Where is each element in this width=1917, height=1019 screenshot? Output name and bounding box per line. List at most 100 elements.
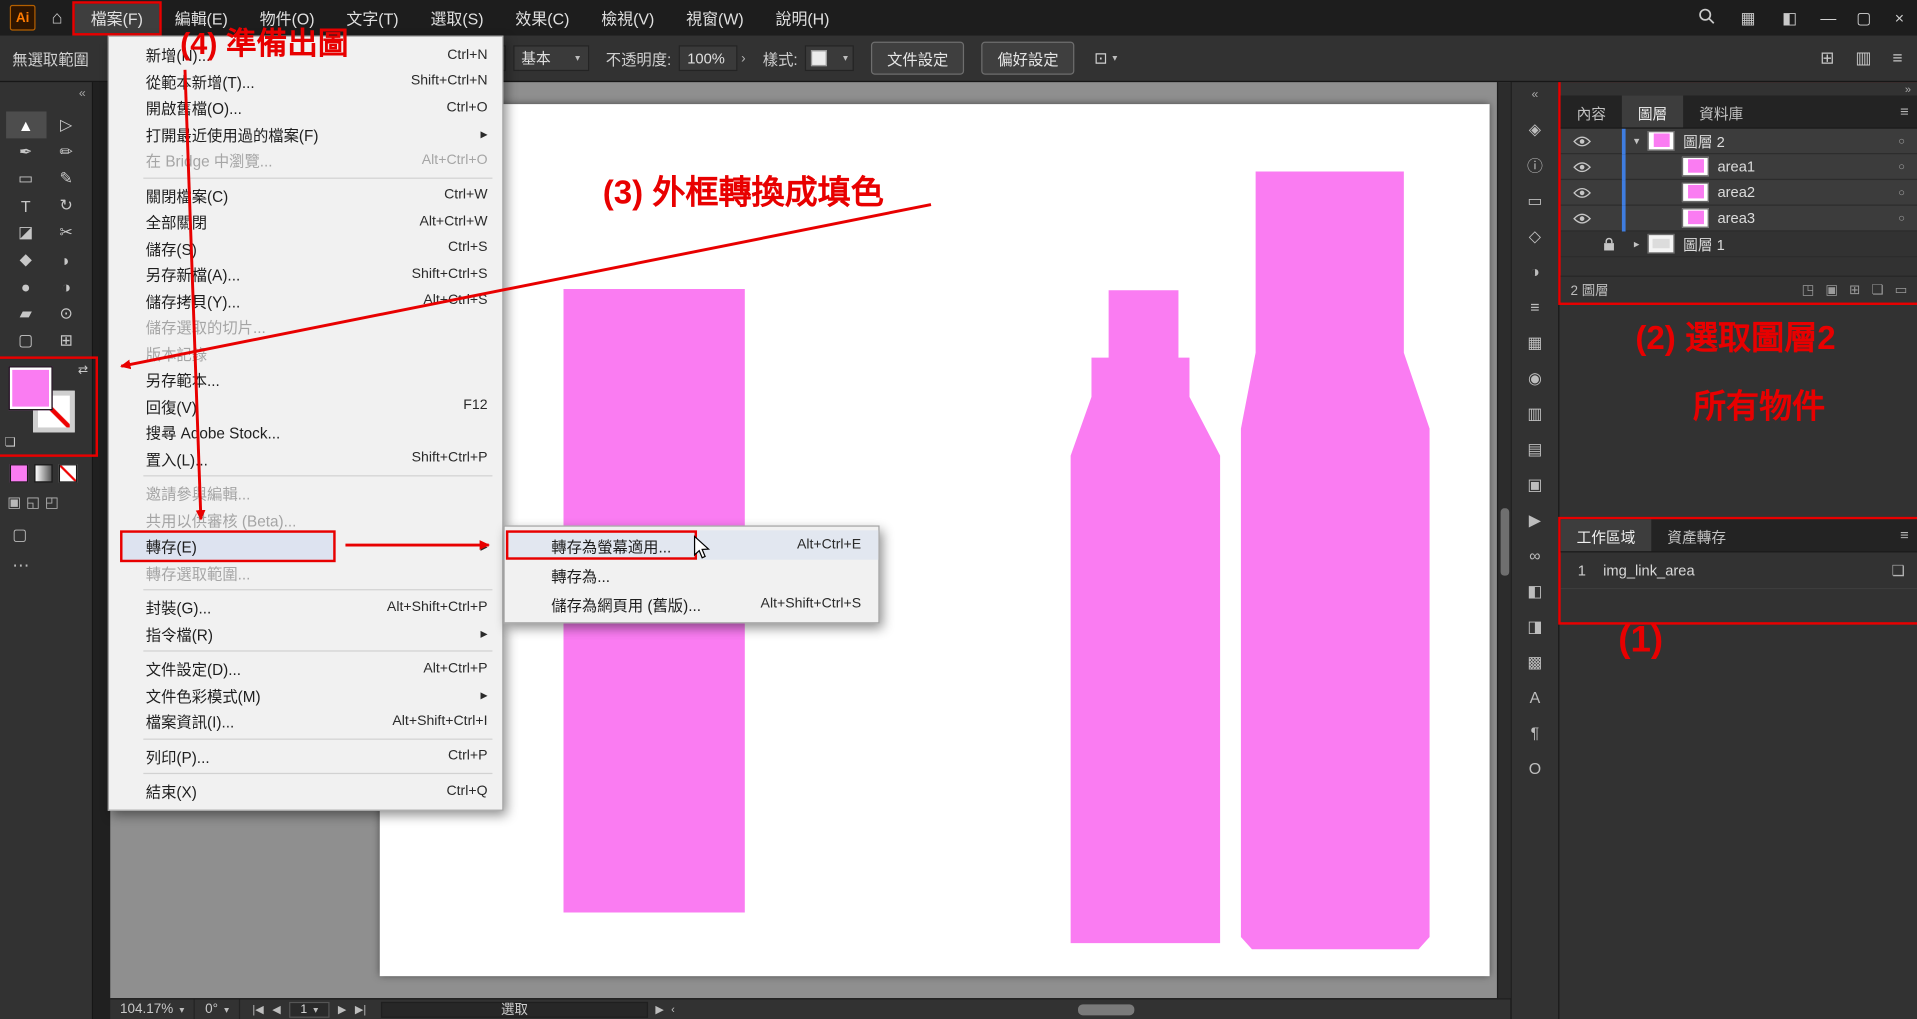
preferences-button[interactable]: 偏好設定 <box>981 42 1074 75</box>
menubar-menu-file[interactable]: 檔案(F) <box>75 3 159 32</box>
zoom-level-dropdown[interactable]: 104.17%▾ <box>110 999 195 1019</box>
asset-export-panel-icon[interactable]: ◧ <box>1512 573 1559 609</box>
layer-thumbnail[interactable] <box>1648 131 1675 151</box>
paintbrush-tool[interactable]: ✎ <box>46 165 86 192</box>
home-icon[interactable]: ⌂ <box>51 9 62 27</box>
swatches-panel-icon[interactable]: ▦ <box>1512 325 1559 361</box>
color-panel-icon[interactable]: ◉ <box>1512 360 1559 396</box>
status-play-icon[interactable]: ▶ <box>655 1002 663 1015</box>
screen-mode-button[interactable]: ▢ <box>12 525 27 545</box>
first-artboard-button[interactable]: |◀ <box>252 1002 263 1015</box>
export-submenu-item-export-for-screens[interactable]: 轉存為螢幕適用...Alt+Ctrl+E <box>505 530 879 559</box>
file-menu-item-export[interactable]: 轉存(E)▸ <box>109 533 502 559</box>
layer-name[interactable]: area1 <box>1717 158 1755 175</box>
new-layer-icon[interactable]: ❏ <box>1871 282 1883 298</box>
status-collapse-icon[interactable]: ‹ <box>671 1003 675 1015</box>
color-button[interactable] <box>10 464 28 482</box>
type-tool[interactable]: T <box>6 192 46 219</box>
layer-row-layer-1[interactable]: ▸圖層 1 <box>1561 231 1917 257</box>
character-panel-icon[interactable]: A <box>1512 680 1559 716</box>
document-setup-button[interactable]: 文件設定 <box>871 42 964 75</box>
eraser-tool[interactable]: ◪ <box>6 219 46 246</box>
draw-normal-button[interactable]: ▣ <box>7 494 21 511</box>
fill-color-swatch[interactable] <box>9 366 53 410</box>
layer-thumbnail[interactable] <box>1648 234 1675 254</box>
maximize-button[interactable]: ▢ <box>1846 0 1882 36</box>
tab-artboards[interactable]: 工作區域 <box>1561 519 1652 551</box>
file-menu-item-exit[interactable]: 結束(X)Ctrl+Q <box>109 778 502 804</box>
layer-row-area3[interactable]: area3○ <box>1561 206 1917 232</box>
stroke-panel-icon[interactable]: ≡ <box>1512 289 1559 325</box>
file-menu-item-new[interactable]: 新增(N)...Ctrl+N <box>109 42 502 68</box>
info-panel-icon[interactable]: ⓘ <box>1512 147 1559 183</box>
appearance-panel-icon[interactable]: ▤ <box>1512 431 1559 467</box>
menubar-menu-effect[interactable]: 效果(C) <box>499 3 585 32</box>
strip-collapse-icon[interactable]: « <box>1532 88 1539 101</box>
layer-thumbnail[interactable] <box>1682 182 1709 202</box>
layer-row-area2[interactable]: area2 ○ <box>1561 180 1917 206</box>
eye-icon[interactable] <box>1568 187 1595 198</box>
gradient-panel-icon[interactable]: ◑ <box>1512 254 1559 290</box>
panel-menu-icon[interactable]: ≡ <box>1900 103 1909 120</box>
panel-menu-icon[interactable]: ≡ <box>1892 48 1902 69</box>
tab-libraries[interactable]: 資料庫 <box>1683 96 1759 128</box>
file-menu-item-save-as-template[interactable]: 另存範本... <box>109 366 502 392</box>
eye-icon[interactable] <box>1568 161 1595 172</box>
layer-target-icon[interactable]: ○ <box>1898 186 1905 198</box>
file-menu-item-package[interactable]: 封裝(G)...Alt+Shift+Ctrl+P <box>109 594 502 620</box>
search-icon[interactable] <box>1686 7 1728 28</box>
pen-tool[interactable]: ✒ <box>6 138 46 165</box>
menubar-menu-help[interactable]: 說明(H) <box>760 3 846 32</box>
menubar-menu-edit[interactable]: 編輯(E) <box>159 3 244 32</box>
status-tool-indicator[interactable]: 選取 <box>381 1001 648 1017</box>
file-menu-item-save-a-copy[interactable]: 儲存拷貝(Y)...Alt+Ctrl+S <box>109 287 502 313</box>
dock-layout-icon[interactable]: ◧ <box>1769 8 1811 28</box>
gradient-tool[interactable]: ◑ <box>46 273 86 300</box>
layer-name[interactable]: area2 <box>1717 184 1755 201</box>
opentype-panel-icon[interactable]: O <box>1512 751 1559 787</box>
artboard-number-dropdown[interactable]: 1▾ <box>289 1001 329 1017</box>
artboard-name[interactable]: img_link_area <box>1603 562 1892 579</box>
last-artboard-button[interactable]: ▶| <box>355 1002 366 1015</box>
tab-asset-export[interactable]: 資產轉存 <box>1651 519 1742 551</box>
artboard-icon[interactable]: ❏ <box>1892 562 1905 579</box>
layer-target-icon[interactable]: ○ <box>1898 160 1905 172</box>
layer-name[interactable]: 圖層 1 <box>1683 233 1725 254</box>
toolbar-collapse-icon[interactable]: « <box>79 87 86 100</box>
file-menu-item-open-recent[interactable]: 打開最近使用過的檔案(F)▸ <box>109 121 502 147</box>
file-menu-item-revert[interactable]: 回復(V)F12 <box>109 393 502 419</box>
file-menu-item-search-adobe-stock[interactable]: 搜尋 Adobe Stock... <box>109 419 502 445</box>
new-sublayer-icon[interactable]: ⊞ <box>1849 282 1860 298</box>
layer-target-icon[interactable]: ○ <box>1898 135 1905 147</box>
rotate-tool[interactable]: ↻ <box>46 192 86 219</box>
file-menu-item-save[interactable]: 儲存(S)Ctrl+S <box>109 235 502 261</box>
file-menu-item-open[interactable]: 開啟舊檔(O)...Ctrl+O <box>109 94 502 120</box>
scissors-tool[interactable]: ✂ <box>46 219 86 246</box>
file-menu-item-file-info[interactable]: 檔案資訊(I)...Alt+Shift+Ctrl+I <box>109 708 502 734</box>
blob-brush-tool[interactable]: ● <box>6 273 46 300</box>
graphic-styles-panel-icon[interactable]: ▣ <box>1512 467 1559 503</box>
prev-artboard-button[interactable]: ◀ <box>272 1002 280 1015</box>
layer-row-layer-2[interactable]: ▾圖層 2○ <box>1561 129 1917 155</box>
menubar-menu-object[interactable]: 物件(O) <box>244 3 331 32</box>
paragraph-panel-icon[interactable]: ¶ <box>1512 715 1559 751</box>
layer-name[interactable]: 圖層 2 <box>1683 130 1725 151</box>
eyedropper-tool[interactable]: ◗ <box>46 246 86 273</box>
layer-name[interactable]: area3 <box>1717 209 1755 226</box>
opacity-panel-arrow-icon[interactable]: › <box>741 51 745 66</box>
shear-tool[interactable]: ▰ <box>6 300 46 327</box>
file-menu-item-close[interactable]: 關閉檔案(C)Ctrl+W <box>109 182 502 208</box>
horizontal-scrollbar-thumb[interactable] <box>1078 1004 1134 1015</box>
panel-menu-icon[interactable]: ≡ <box>1900 527 1909 544</box>
pencil-tool[interactable]: ✏ <box>46 138 86 165</box>
grid-view-icon[interactable]: ⊞ <box>1820 48 1834 69</box>
pathfinder-panel-icon[interactable]: ◇ <box>1512 218 1559 254</box>
eye-icon[interactable] <box>1568 135 1595 146</box>
export-submenu-item-save-for-web[interactable]: 儲存為網頁用 (舊版)...Alt+Shift+Ctrl+S <box>505 589 879 618</box>
image-trace-panel-icon[interactable]: ▩ <box>1512 644 1559 680</box>
properties-panel-icon[interactable]: ◈ <box>1512 111 1559 147</box>
locate-object-icon[interactable]: ◳ <box>1802 282 1815 298</box>
lock-icon[interactable] <box>1595 237 1622 250</box>
columns-view-icon[interactable]: ▥ <box>1855 48 1871 69</box>
zoom-tool[interactable]: ⊙ <box>46 300 86 327</box>
